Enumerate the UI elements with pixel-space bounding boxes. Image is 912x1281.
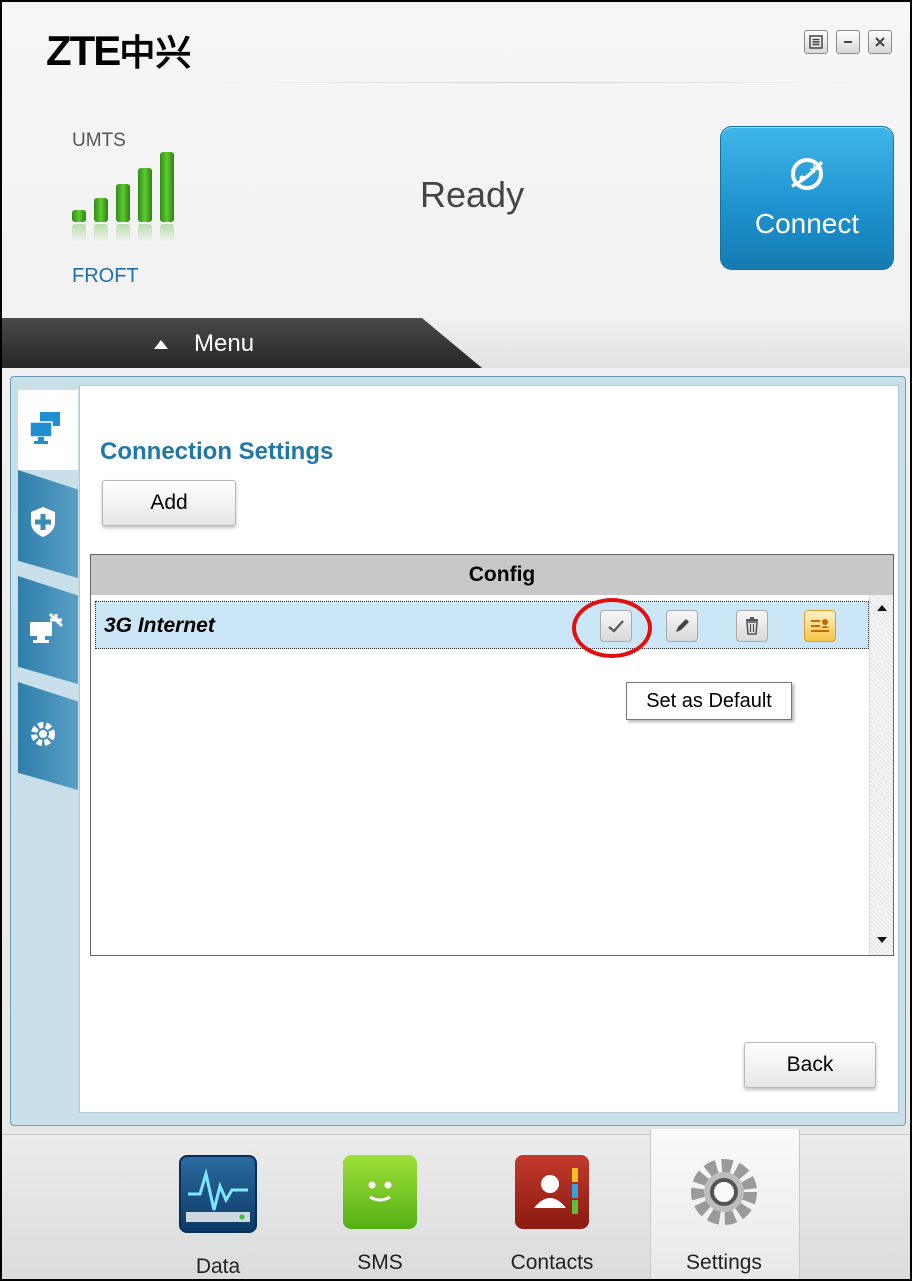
close-icon[interactable] [868, 30, 892, 54]
checkmark-icon[interactable] [600, 610, 632, 642]
connect-label: Connect [754, 208, 860, 239]
network-select-icon [28, 610, 64, 651]
operator-name: FROFT [72, 265, 139, 287]
arrow-up-icon [154, 339, 168, 349]
back-button[interactable]: Back [744, 1042, 876, 1088]
tab-network-settings[interactable] [18, 390, 78, 470]
logo-text: ZTE [46, 27, 121, 74]
page-title: Connection Settings [100, 438, 334, 465]
bottom-nav: Data SMS Contacts Settings [2, 1129, 910, 1279]
nav-label-contacts: Contacts [510, 1251, 594, 1274]
nav-item-data[interactable]: Data [158, 1155, 278, 1279]
profile-name: 3G Internet [104, 614, 215, 637]
nav-item-settings[interactable]: Settings [664, 1155, 784, 1275]
profile-row[interactable]: 3G Internet [95, 601, 869, 649]
nav-label-sms: SMS [357, 1251, 403, 1274]
profile-icon[interactable] [804, 610, 836, 642]
network-type-label: UMTS [72, 130, 126, 151]
profile-list: Config 3G Internet [90, 554, 894, 956]
scroll-down-icon[interactable] [877, 937, 887, 943]
menu-icon[interactable] [804, 30, 828, 54]
menu-label: Menu [194, 330, 255, 357]
column-header-config: Config [91, 555, 893, 595]
svg-text:+: + [809, 162, 819, 176]
network-settings-icon [28, 410, 64, 451]
contacts-book-icon [515, 1155, 589, 1229]
connect-button[interactable]: + Connect [720, 126, 894, 270]
menu-bar: Menu [2, 318, 910, 368]
nav-label-settings: Settings [686, 1251, 762, 1274]
trash-icon[interactable] [736, 610, 768, 642]
scrollbar[interactable] [869, 595, 893, 955]
zte-logo: ZTE中兴 [46, 24, 191, 76]
data-monitor-icon [179, 1155, 257, 1233]
logo-chinese-text: 中兴 [119, 32, 192, 73]
header-divider [202, 82, 870, 83]
advanced-settings-icon [28, 719, 58, 754]
nav-label-data: Data [195, 1255, 241, 1278]
app-window: ZTE中兴 UMTS FROFT Ready + Connect Menu Co… [0, 0, 912, 1281]
security-icon [28, 505, 58, 544]
scroll-up-icon[interactable] [877, 605, 887, 611]
globe-connect-icon: + [786, 153, 828, 200]
add-button[interactable]: Add [102, 480, 236, 526]
edit-icon[interactable] [666, 610, 698, 642]
nav-item-sms[interactable]: SMS [320, 1155, 440, 1275]
nav-item-contacts[interactable]: Contacts [492, 1155, 612, 1275]
settings-gear-icon [687, 1155, 761, 1229]
signal-strength-icon [72, 152, 192, 242]
minimize-icon[interactable] [836, 30, 860, 54]
window-controls [804, 30, 892, 54]
connection-status: Ready [420, 174, 525, 215]
sms-icon [343, 1155, 417, 1229]
tooltip: Set as Default [626, 682, 792, 720]
menu-toggle[interactable]: Menu [154, 330, 254, 358]
